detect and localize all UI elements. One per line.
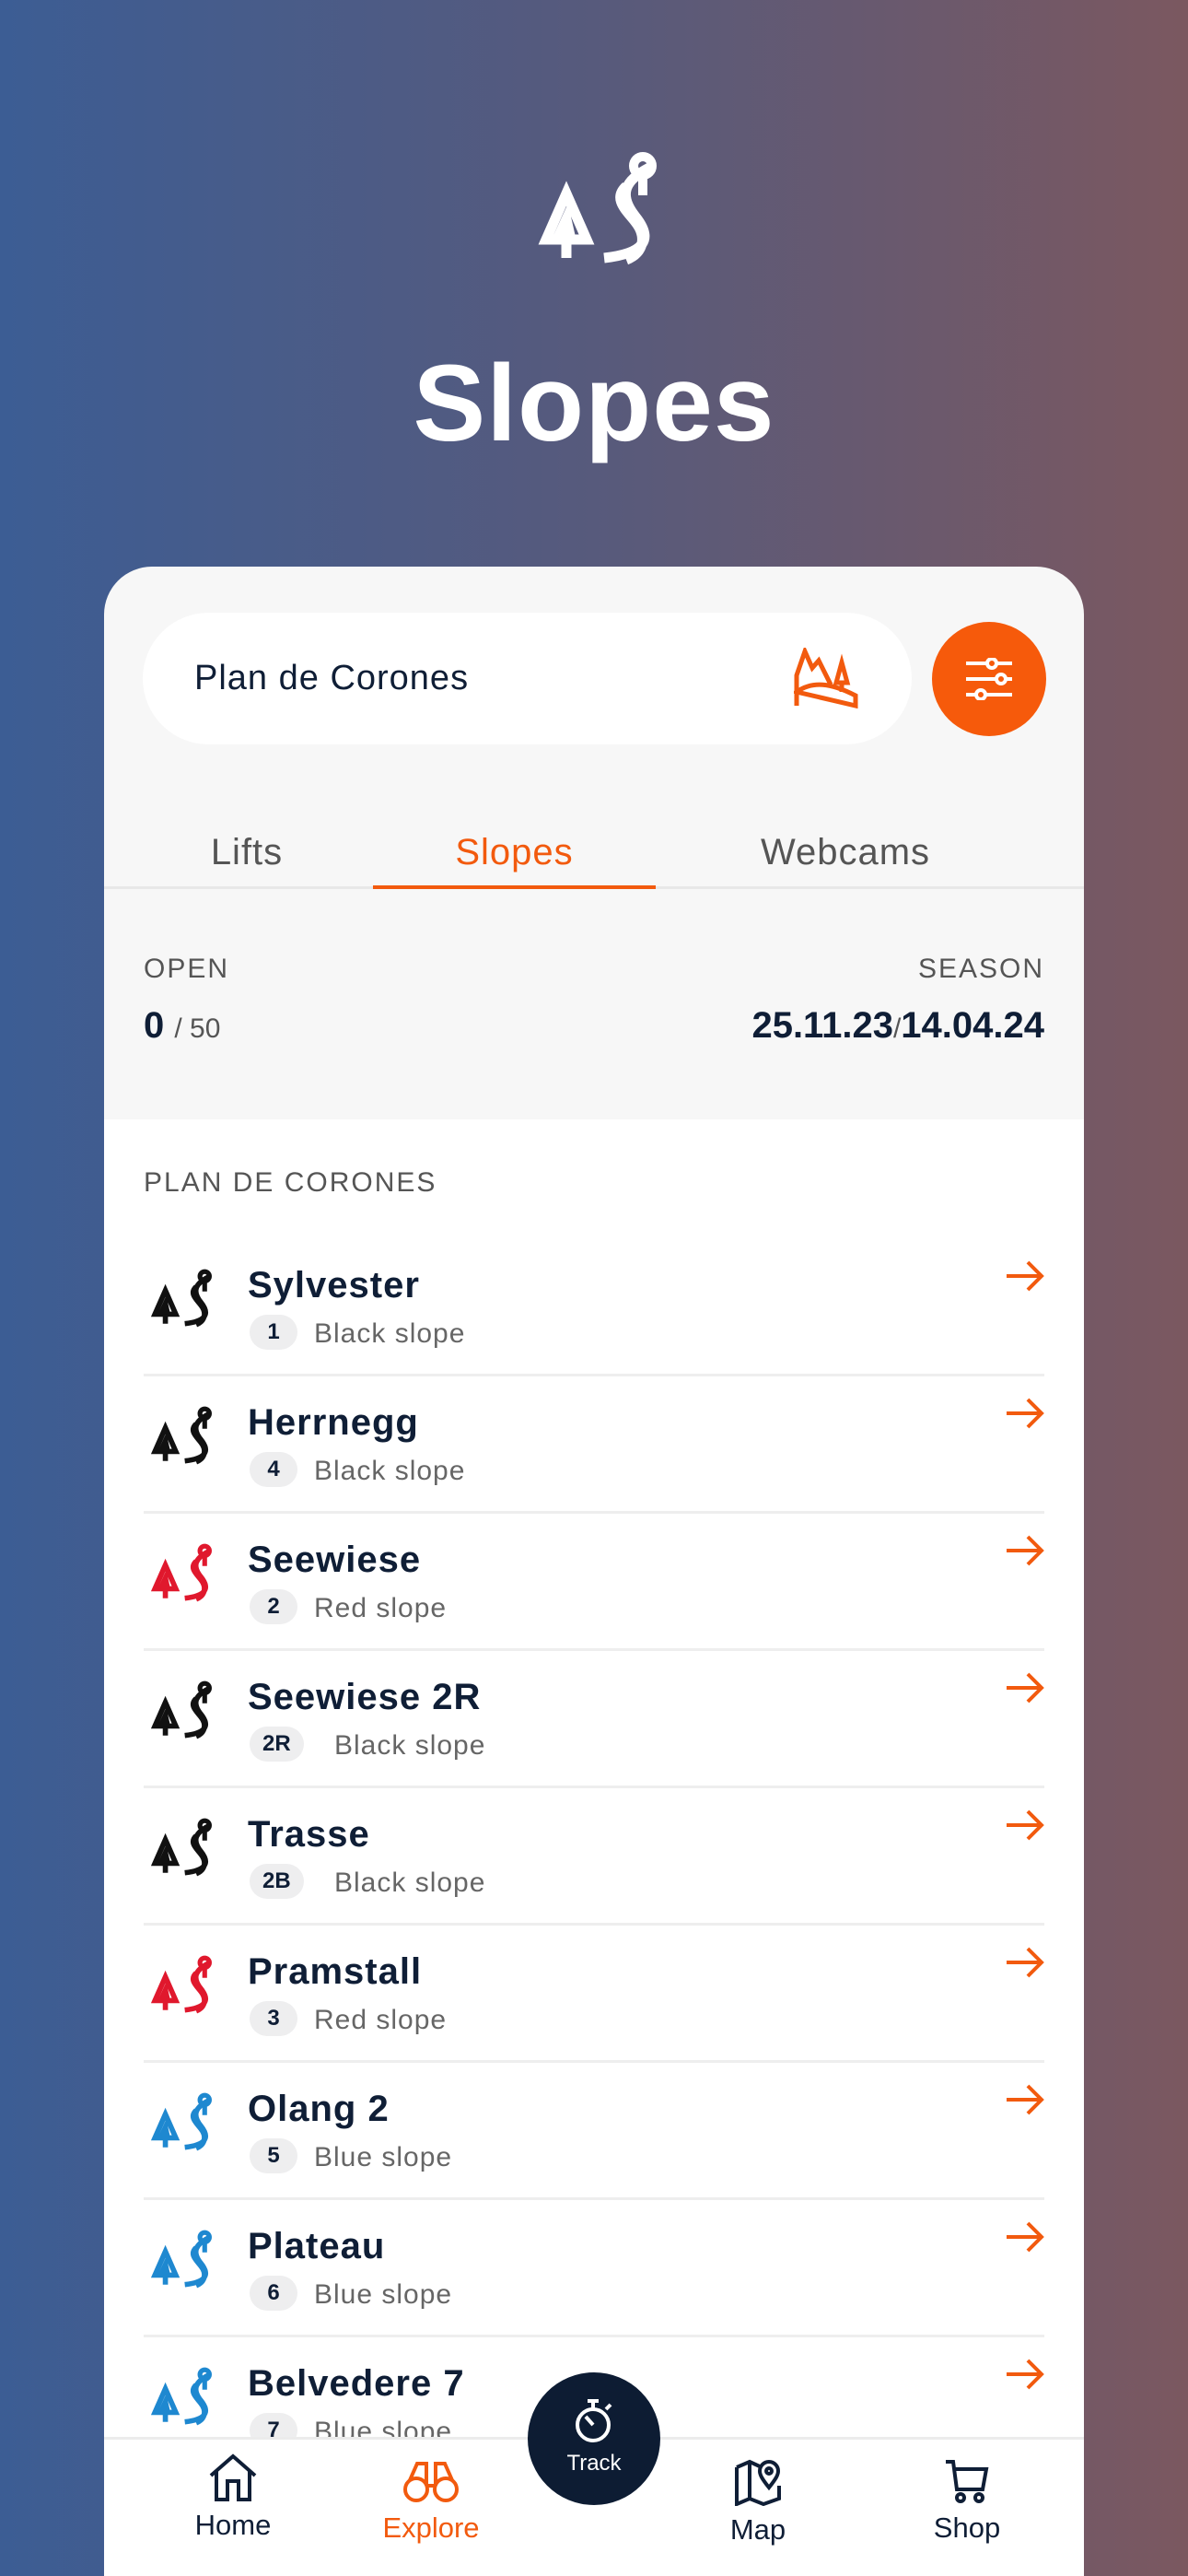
slope-number-badge: 2B — [250, 1864, 304, 1899]
slope-name: Sylvester — [248, 1265, 420, 1306]
resort-search-input[interactable]: Plan de Corones — [143, 613, 912, 744]
slope-number-badge: 6 — [250, 2276, 297, 2311]
slope-icon — [144, 1679, 215, 1745]
slope-type: Red slope — [314, 2005, 448, 2035]
slope-number-badge: 2R — [250, 1727, 304, 1762]
arrow-right-icon — [1007, 1809, 1044, 1841]
tab-slopes[interactable]: Slopes — [373, 815, 656, 889]
home-icon — [209, 2453, 257, 2501]
slope-icon — [144, 1404, 215, 1470]
slope-number-badge: 5 — [250, 2138, 297, 2173]
arrow-right-icon — [1007, 2084, 1044, 2115]
season-label: SEASON — [917, 954, 1044, 984]
nav-map[interactable]: Map — [666, 2458, 850, 2547]
slope-name: Pramstall — [248, 1951, 423, 1992]
slope-row[interactable]: Seewiese 2 Red slope — [144, 1514, 1044, 1651]
slope-row[interactable]: Olang 2 5 Blue slope — [144, 2063, 1044, 2200]
slope-icon — [144, 2228, 215, 2294]
slope-type: Black slope — [334, 1868, 486, 1898]
tab-webcams[interactable]: Webcams — [693, 815, 997, 889]
slope-name: Herrnegg — [248, 1402, 419, 1443]
slope-icon — [144, 1816, 215, 1882]
nav-shop[interactable]: Shop — [875, 2458, 1059, 2545]
slope-icon — [144, 1267, 215, 1333]
tab-lifts[interactable]: Lifts — [159, 815, 334, 889]
tab-bar: Lifts Slopes Webcams — [104, 815, 1084, 889]
slope-type: Red slope — [314, 1593, 448, 1623]
slope-number-badge: 3 — [250, 2001, 297, 2036]
page-title: Slopes — [413, 343, 775, 464]
slope-row[interactable]: Pramstall 3 Red slope — [144, 1926, 1044, 2063]
stopwatch-icon — [576, 2399, 612, 2442]
open-total: / 50 — [174, 1013, 221, 1044]
open-label: OPEN — [144, 954, 230, 984]
slope-row[interactable]: Trasse 2B Black slope — [144, 1788, 1044, 1926]
slope-name: Seewiese 2R — [248, 1677, 482, 1717]
slope-type: Black slope — [334, 1730, 486, 1761]
slope-number-badge: 4 — [250, 1452, 297, 1487]
nav-map-label: Map — [729, 2513, 786, 2546]
slope-number-badge: 2 — [250, 1589, 297, 1624]
slope-row[interactable]: Sylvester 1 Black slope — [144, 1239, 1044, 1376]
season-end: 14.04.24 — [901, 1005, 1044, 1046]
binoculars-icon — [403, 2462, 459, 2502]
nav-explore[interactable]: Explore — [339, 2458, 523, 2545]
slope-row[interactable]: Herrnegg 4 Black slope — [144, 1376, 1044, 1514]
slope-icon — [144, 1953, 215, 2020]
arrow-right-icon — [1007, 1398, 1044, 1429]
track-label: Track — [566, 2451, 622, 2476]
slope-row[interactable]: Plateau 6 Blue slope — [144, 2200, 1044, 2337]
filter-button[interactable] — [932, 622, 1046, 736]
slope-list: PLAN DE CORONES Sylvester 1 Black slope … — [104, 1119, 1084, 2576]
arrow-right-icon — [1007, 1260, 1044, 1292]
arrow-right-icon — [1007, 2221, 1044, 2253]
slope-name: Plateau — [248, 2226, 386, 2266]
slope-logo-icon — [525, 147, 663, 276]
slope-name: Trasse — [248, 1814, 370, 1855]
slope-icon — [144, 2090, 215, 2157]
nav-explore-label: Explore — [382, 2512, 480, 2544]
cart-icon — [946, 2460, 989, 2503]
slope-number-badge: 1 — [250, 1315, 297, 1350]
track-button[interactable]: Track — [528, 2372, 660, 2505]
arrow-right-icon — [1007, 1535, 1044, 1566]
nav-home-label: Home — [194, 2509, 272, 2541]
slope-type: Blue slope — [314, 2279, 453, 2310]
season-start: 25.11.23 — [751, 1005, 893, 1046]
resort-name: Plan de Corones — [194, 659, 470, 697]
slope-name: Olang 2 — [248, 2089, 390, 2129]
slope-type: Blue slope — [314, 2142, 453, 2172]
slope-type: Black slope — [314, 1456, 466, 1486]
open-count: 0 — [144, 1005, 165, 1046]
slope-row[interactable]: Seewiese 2R 2R Black slope — [144, 1651, 1044, 1788]
arrow-right-icon — [1007, 1672, 1044, 1704]
sliders-icon — [966, 658, 1012, 700]
content-card: Plan de Corones Lifts Slopes Webcams OPE… — [104, 567, 1084, 2576]
arrow-right-icon — [1007, 2359, 1044, 2390]
section-title: PLAN DE CORONES — [144, 1167, 437, 1198]
map-icon — [735, 2459, 781, 2506]
mountain-icon — [794, 648, 858, 708]
arrow-right-icon — [1007, 1947, 1044, 1978]
slope-name: Belvedere 7 — [248, 2363, 465, 2404]
nav-shop-label: Shop — [933, 2512, 1001, 2544]
slope-name: Seewiese — [248, 1540, 422, 1580]
nav-home[interactable]: Home — [141, 2453, 325, 2542]
slope-icon — [144, 2365, 215, 2431]
slope-icon — [144, 1541, 215, 1608]
slope-type: Black slope — [314, 1318, 466, 1349]
